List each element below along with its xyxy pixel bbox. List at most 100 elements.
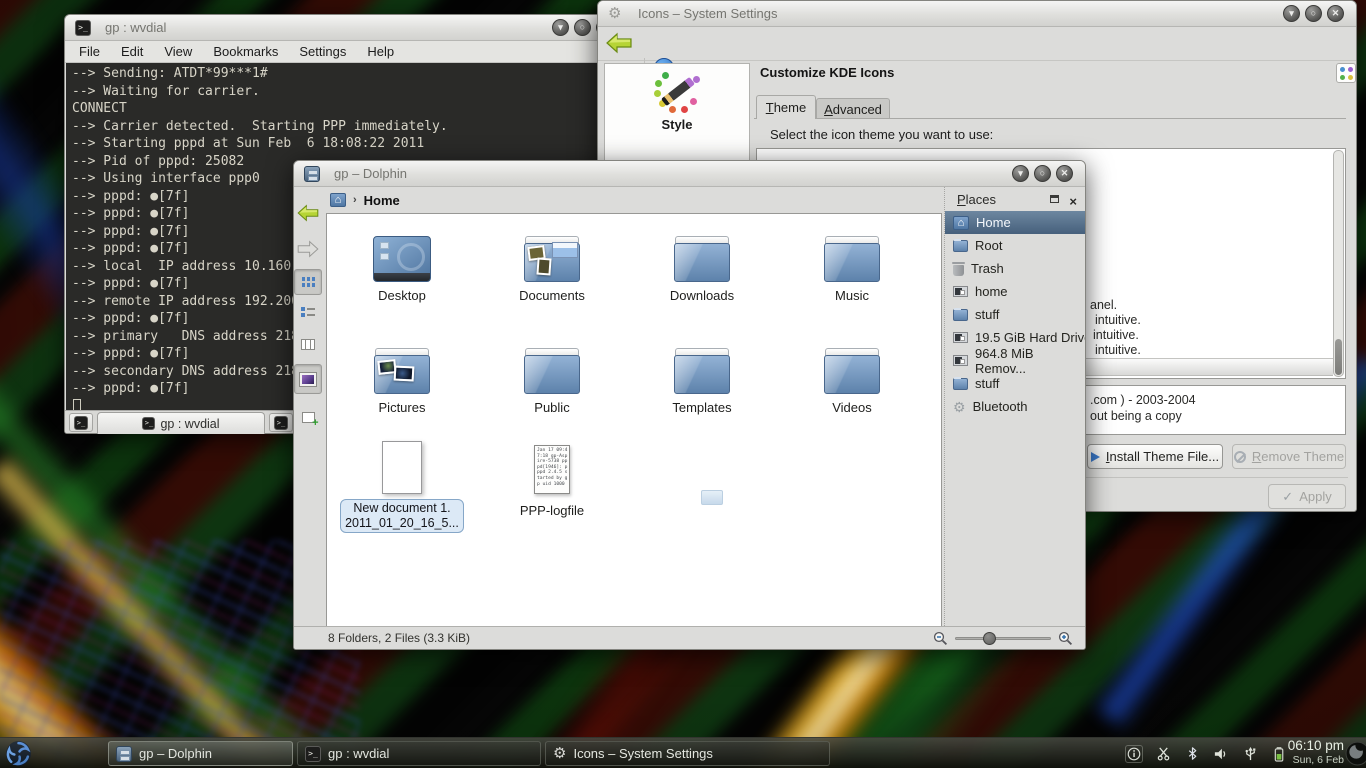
install-theme-button[interactable]: Install Theme File... (1087, 444, 1223, 469)
places-item-bluetooth[interactable]: ⚙Bluetooth (945, 395, 1085, 418)
places-item-home-drive[interactable]: home (945, 280, 1085, 303)
sidebar-item-style[interactable]: Style (605, 70, 749, 132)
menu-edit[interactable]: Edit (121, 44, 143, 59)
taskbar: gp – Dolphin >_ gp : wvdial ⚙ Icons – Sy… (0, 737, 1366, 768)
menu-bookmarks[interactable]: Bookmarks (213, 44, 278, 59)
icons-view-icon (302, 277, 315, 287)
places-panel: Places × ⌂Home Root Trash home stuff 19.… (944, 187, 1085, 628)
menu-view[interactable]: View (164, 44, 192, 59)
maximize-button[interactable]: ○ (1305, 5, 1322, 22)
list-item[interactable]: Videos (782, 334, 922, 415)
folder-icon (824, 348, 880, 394)
maximize-button[interactable]: ○ (574, 19, 591, 36)
breadcrumb-home[interactable]: Home (364, 193, 400, 208)
volume-icon[interactable] (1212, 745, 1230, 763)
breadcrumb-separator: › (353, 194, 357, 206)
list-item-selected[interactable]: New document 1. 2011_01_20_16_5... (332, 432, 472, 533)
import-arrow-icon (1091, 452, 1100, 462)
list-item[interactable]: Documents (482, 222, 622, 303)
list-item[interactable]: Public (482, 334, 622, 415)
list-item[interactable]: Pictures (332, 334, 472, 415)
list-item[interactable]: Downloads (632, 222, 772, 303)
battery-icon[interactable] (1270, 745, 1288, 763)
plasma-cashew-icon[interactable] (1345, 741, 1366, 766)
places-item-trash[interactable]: Trash (945, 257, 1085, 280)
places-item-stuff[interactable]: stuff (945, 303, 1085, 326)
theme-list-text: intuitive. (1093, 328, 1139, 342)
usb-device-icon[interactable] (1241, 745, 1259, 763)
settings-title: Icons – System Settings (638, 6, 777, 21)
dolphin-title: gp – Dolphin (334, 166, 407, 181)
documents-folder-icon (524, 236, 580, 282)
konsole-menubar: File Edit View Bookmarks Settings Help (65, 41, 623, 63)
bluetooth-icon[interactable] (1183, 745, 1201, 763)
back-button[interactable] (294, 197, 322, 229)
launcher-button[interactable] (3, 740, 33, 767)
system-tray (1125, 738, 1288, 768)
terminal-tab-icon: >_ (142, 417, 155, 430)
dolphin-titlebar[interactable]: gp – Dolphin ▾ ○ ✕ (294, 161, 1085, 187)
list-item[interactable]: Jan 17 09:47:18 gp-Aspire-5738 pppd[1946… (482, 436, 622, 518)
tab-list-button[interactable]: >_ (269, 413, 293, 432)
split-view-button[interactable] (294, 404, 322, 430)
slider-handle[interactable] (983, 632, 996, 645)
close-button[interactable]: ✕ (1327, 5, 1344, 22)
places-item-stuff2[interactable]: stuff (945, 372, 1085, 395)
konsole-titlebar[interactable]: >_ gp : wvdial ▾ ○ ✕ (65, 15, 623, 41)
terminal-tab[interactable]: >_ gp : wvdial (97, 412, 265, 434)
tab-theme[interactable]: Theme (756, 95, 816, 119)
menu-settings[interactable]: Settings (299, 44, 346, 59)
blank-document-icon (382, 441, 422, 494)
list-item[interactable]: Templates (632, 334, 772, 415)
info-tray-icon[interactable] (1125, 745, 1143, 763)
settings-titlebar[interactable]: ⚙ Icons – System Settings ▾ ○ ✕ (598, 1, 1356, 27)
zoom-slider[interactable] (955, 630, 1051, 646)
minimize-button[interactable]: ▾ (1012, 165, 1029, 182)
close-panel-icon[interactable]: × (1069, 191, 1077, 213)
places-item-root[interactable]: Root (945, 234, 1085, 257)
preview-button[interactable] (294, 364, 322, 394)
tab-advanced[interactable]: Advanced (816, 98, 890, 119)
folder-icon (524, 348, 580, 394)
no-entry-icon (1234, 451, 1246, 463)
removable-drive-icon (953, 355, 968, 366)
klipper-scissors-icon[interactable] (1154, 745, 1172, 763)
scrollbar-thumb[interactable] (1335, 339, 1342, 375)
minimize-button[interactable]: ▾ (1283, 5, 1300, 22)
home-icon[interactable]: ⌂ (330, 193, 346, 207)
close-button[interactable]: ✕ (1056, 165, 1073, 182)
terminal-tab-label: gp : wvdial (160, 417, 219, 431)
desktop: >_ gp : wvdial ▾ ○ ✕ File Edit View Book… (0, 0, 1366, 768)
list-scrollbar[interactable] (1333, 150, 1344, 377)
folder-icon (824, 236, 880, 282)
minimize-button[interactable]: ▾ (552, 19, 569, 36)
task-dolphin[interactable]: gp – Dolphin (108, 741, 293, 766)
logfile-icon: Jan 17 09:47:18 gp-Aspire-5738 pppd[1946… (534, 445, 570, 494)
remove-theme-button[interactable]: Remove Theme (1232, 444, 1346, 469)
new-tab-button[interactable]: >_ (69, 413, 93, 432)
places-item-home[interactable]: ⌂Home (945, 211, 1085, 234)
menu-file[interactable]: File (79, 44, 100, 59)
gear-icon: ⚙ (553, 746, 566, 762)
maximize-button[interactable]: ○ (1034, 165, 1051, 182)
zoom-out-icon[interactable] (933, 631, 948, 646)
icons-view-button[interactable] (294, 269, 322, 295)
folder-view[interactable]: Desktop Documents Downloads Music (326, 213, 942, 628)
digital-clock[interactable]: 06:10 pm Sun, 6 Feb (1288, 739, 1344, 767)
module-grid-icon[interactable] (1336, 63, 1356, 83)
forward-button[interactable] (294, 233, 322, 265)
columns-view-button[interactable] (294, 331, 322, 357)
pardus-logo-icon (5, 740, 32, 767)
back-arrow-icon[interactable] (606, 32, 632, 54)
details-view-button[interactable] (294, 299, 322, 325)
list-item[interactable]: Music (782, 222, 922, 303)
menu-help[interactable]: Help (367, 44, 394, 59)
task-konsole[interactable]: >_ gp : wvdial (297, 741, 541, 766)
apply-button[interactable]: ✓ Apply (1268, 484, 1346, 509)
detach-panel-icon[interactable] (1050, 195, 1059, 203)
task-system-settings[interactable]: ⚙ Icons – System Settings (545, 741, 830, 766)
sidebar-item-label: Style (605, 117, 749, 132)
list-item[interactable]: Desktop (332, 222, 472, 303)
zoom-in-icon[interactable] (1058, 631, 1073, 646)
places-item-removable[interactable]: 964.8 MiB Remov... (945, 349, 1085, 372)
